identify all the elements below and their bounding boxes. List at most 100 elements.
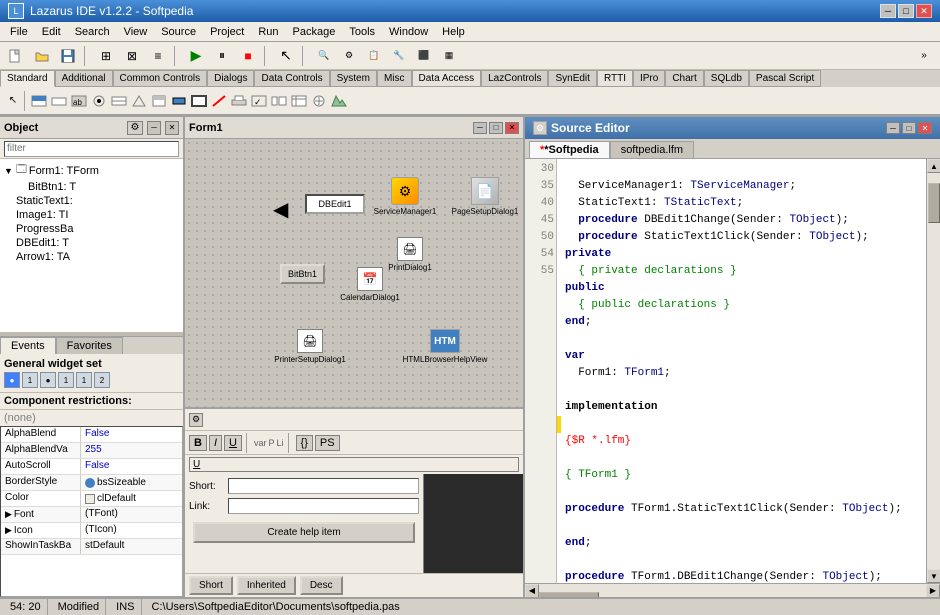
underline-button[interactable]: U xyxy=(224,435,242,451)
code-scrollbar[interactable]: ▲ ▼ xyxy=(926,159,940,583)
maximize-button[interactable]: □ xyxy=(898,4,914,18)
tab-pascal-script[interactable]: Pascal Script xyxy=(749,70,821,87)
source-minimize-btn[interactable]: ─ xyxy=(886,122,900,134)
form-maximize-btn[interactable]: □ xyxy=(489,122,503,134)
comp-icon-12[interactable]: ✓ xyxy=(250,93,268,109)
prop-row-color[interactable]: Color clDefault xyxy=(1,491,182,507)
italic-button[interactable]: I xyxy=(209,435,222,451)
tab-data-access[interactable]: Data Access xyxy=(412,70,482,87)
widget-icon-4[interactable]: 1 xyxy=(58,372,74,388)
h-scroll-thumb[interactable] xyxy=(539,592,599,598)
scroll-left-btn[interactable]: ◀ xyxy=(525,584,539,598)
desc-btn[interactable]: Desc xyxy=(300,576,343,595)
comp-icon-9[interactable] xyxy=(190,93,208,109)
widget-icon-5[interactable]: 1 xyxy=(76,372,92,388)
tree-item-dbedit1[interactable]: DBEdit1: T xyxy=(2,236,181,250)
tab-synedit[interactable]: SynEdit xyxy=(548,70,596,87)
tab-sqldb[interactable]: SQLdb xyxy=(704,70,749,87)
toolbar-misc-5[interactable]: ⬛ xyxy=(412,45,436,67)
toolbar-btn-5[interactable]: ⊠ xyxy=(120,45,144,67)
scrollbar-down-btn[interactable]: ▼ xyxy=(927,569,940,583)
prop-row-icon[interactable]: ▶Icon (TIcon) xyxy=(1,523,182,539)
toolbar-misc-1[interactable]: 🔍 xyxy=(312,45,336,67)
toolbar-misc-3[interactable]: 📋 xyxy=(362,45,386,67)
filter-input[interactable] xyxy=(4,141,179,157)
tree-item-statictext1[interactable]: StaticText1: xyxy=(2,194,181,208)
tree-item-bitbtn1[interactable]: BitBtn1: T xyxy=(2,180,181,194)
toolbar-misc-2[interactable]: ⚙ xyxy=(337,45,361,67)
comp-icon-15[interactable] xyxy=(310,93,328,109)
tab-favorites[interactable]: Favorites xyxy=(56,337,123,354)
comp-icon-16[interactable] xyxy=(330,93,348,109)
toolbar-run-btn[interactable]: ▶ xyxy=(184,45,208,67)
menu-window[interactable]: Window xyxy=(383,24,434,40)
printersetup-component[interactable]: 🖨 PrinterSetupDialog1 xyxy=(270,324,350,369)
comp-icon-7[interactable] xyxy=(150,93,168,109)
calendardialog-component[interactable]: 📅 CalendarDialog1 xyxy=(335,264,405,304)
toolbar-btn-6[interactable]: ≡ xyxy=(146,45,170,67)
toolbar-save[interactable] xyxy=(56,45,80,67)
form-close-btn[interactable]: ✕ xyxy=(505,122,519,134)
comp-icon-11[interactable] xyxy=(230,93,248,109)
comp-icon-6[interactable] xyxy=(130,93,148,109)
menu-package[interactable]: Package xyxy=(287,24,342,40)
prop-row-alphablend[interactable]: AlphaBlend False xyxy=(1,427,182,443)
comp-icon-1[interactable] xyxy=(30,93,48,109)
form-canvas[interactable]: DBEdit1 ◀ ⚙ ServiceManager1 📄 PageSetupD… xyxy=(185,139,523,407)
comp-icon-13[interactable] xyxy=(270,93,288,109)
braces-button[interactable]: {} xyxy=(296,435,313,451)
link-input[interactable] xyxy=(228,498,419,514)
menu-help[interactable]: Help xyxy=(436,24,471,40)
tab-chart[interactable]: Chart xyxy=(665,70,703,87)
tree-item-progressbar[interactable]: ProgressBa xyxy=(2,222,181,236)
toolbar-btn-4[interactable]: ⊞ xyxy=(94,45,118,67)
tab-data-controls[interactable]: Data Controls xyxy=(254,70,329,87)
comp-icon-cursor[interactable]: ↖ xyxy=(4,93,22,109)
widget-icon-1[interactable]: ● xyxy=(4,372,20,388)
bitbtn1-component[interactable]: BitBtn1 xyxy=(280,264,325,284)
comp-icon-10[interactable] xyxy=(210,93,228,109)
tab-events[interactable]: Events xyxy=(0,337,56,354)
bold-button[interactable]: B xyxy=(189,435,207,451)
tab-standard[interactable]: Standard xyxy=(0,70,55,87)
tab-dialogs[interactable]: Dialogs xyxy=(207,70,254,87)
comp-icon-2[interactable] xyxy=(50,93,68,109)
prop-row-font[interactable]: ▶Font (TFont) xyxy=(1,507,182,523)
tab-ipro[interactable]: IPro xyxy=(633,70,665,87)
form-minimize-btn[interactable]: ─ xyxy=(473,122,487,134)
menu-source[interactable]: Source xyxy=(155,24,202,40)
menu-project[interactable]: Project xyxy=(204,24,250,40)
htmlbrowser-component[interactable]: HTM HTMLBrowserHelpView xyxy=(405,324,485,369)
source-close-btn[interactable]: ✕ xyxy=(918,122,932,134)
scroll-right-btn[interactable]: ▶ xyxy=(926,584,940,598)
menu-view[interactable]: View xyxy=(118,24,154,40)
toolbar-misc-4[interactable]: 🔧 xyxy=(387,45,411,67)
comp-icon-5[interactable] xyxy=(110,93,128,109)
comp-icon-14[interactable] xyxy=(290,93,308,109)
tab-rtti[interactable]: RTTI xyxy=(597,70,633,87)
scrollbar-track[interactable] xyxy=(927,173,940,569)
tab-softpedia-lfm[interactable]: softpedia.lfm xyxy=(610,141,694,158)
menu-search[interactable]: Search xyxy=(69,24,116,40)
menu-file[interactable]: File xyxy=(4,24,34,40)
tab-misc[interactable]: Misc xyxy=(377,70,412,87)
prop-row-autoscroll[interactable]: AutoScroll False xyxy=(1,459,182,475)
menu-edit[interactable]: Edit xyxy=(36,24,67,40)
tree-item-form1[interactable]: ▼ 🗔 Form1: TForm xyxy=(2,161,181,180)
scrollbar-thumb[interactable] xyxy=(928,183,940,223)
object-inspector-settings[interactable]: ⚙ xyxy=(127,121,143,135)
servicemanager1-component[interactable]: ⚙ ServiceManager1 xyxy=(370,174,440,219)
toolbar-expand-right[interactable]: » xyxy=(912,45,936,67)
comp-icon-3[interactable]: ab xyxy=(70,93,88,109)
close-button[interactable]: ✕ xyxy=(916,4,932,18)
short-btn[interactable]: Short xyxy=(189,576,233,595)
object-inspector-close[interactable]: ✕ xyxy=(165,121,179,135)
minimize-button[interactable]: ─ xyxy=(880,4,896,18)
tab-common-controls[interactable]: Common Controls xyxy=(113,70,208,87)
object-inspector-minimize[interactable]: ─ xyxy=(147,121,161,135)
prop-row-showintaskbar[interactable]: ShowInTaskBa stDefault xyxy=(1,539,182,555)
tree-item-arrow1[interactable]: Arrow1: TA xyxy=(2,250,181,264)
toolbar-pause-btn[interactable]: ⏸ xyxy=(210,45,234,67)
widget-icon-6[interactable]: 2 xyxy=(94,372,110,388)
tab-system[interactable]: System xyxy=(330,70,377,87)
